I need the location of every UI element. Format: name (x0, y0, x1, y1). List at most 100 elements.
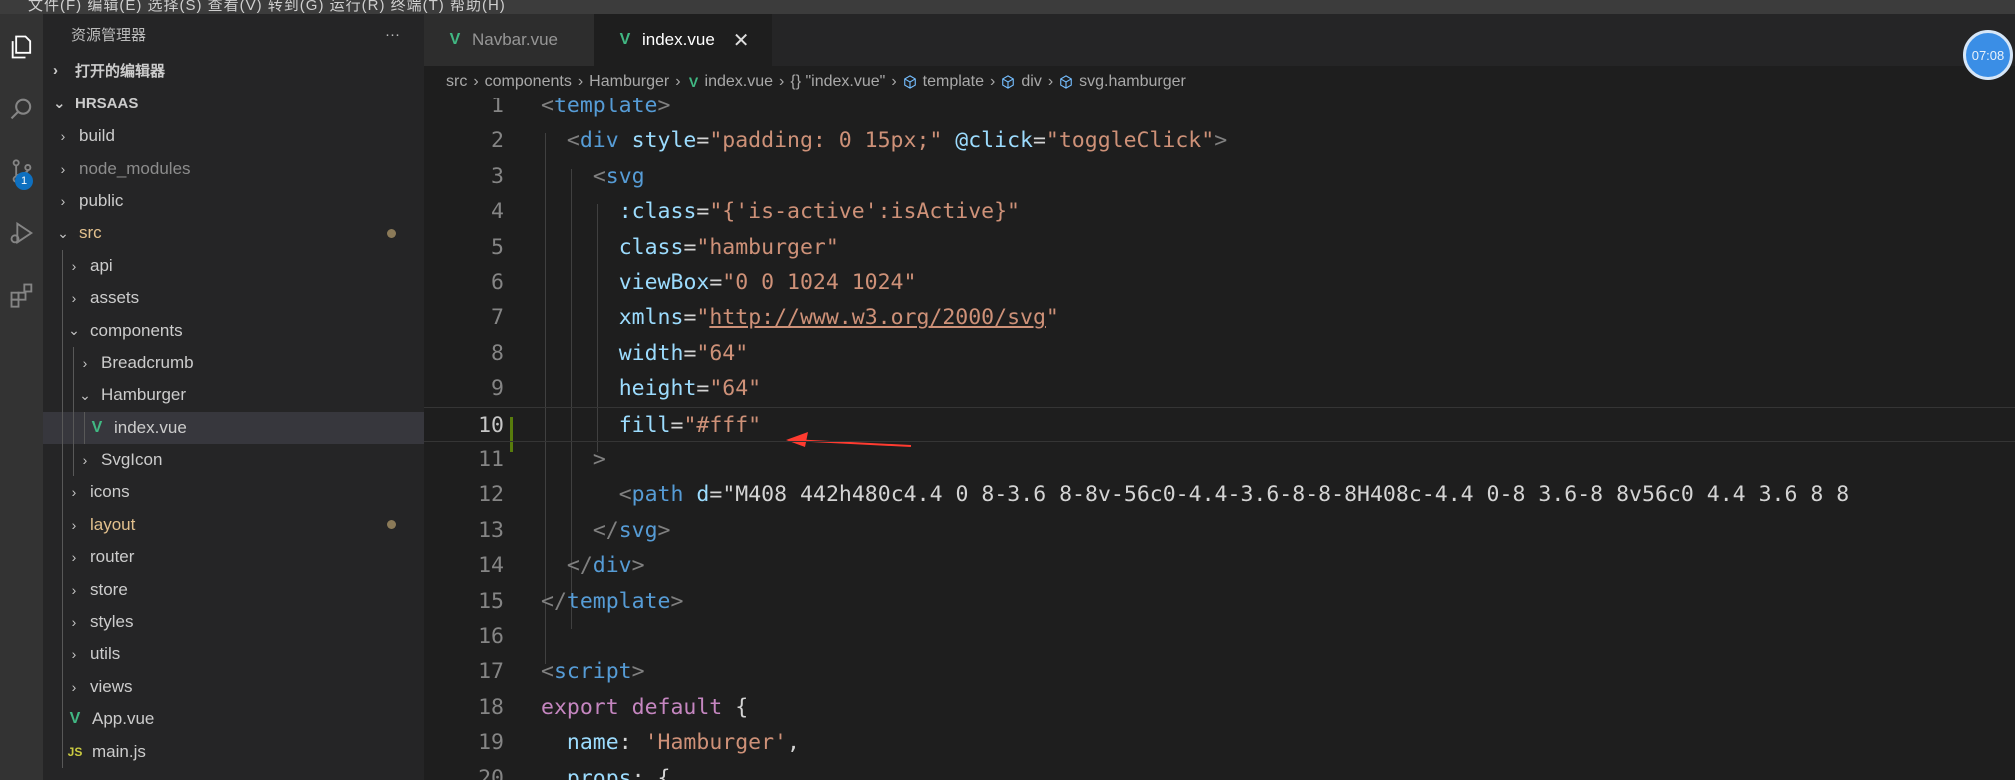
tree-indent-guide (62, 541, 63, 574)
extensions-icon[interactable] (0, 272, 43, 318)
code-text: fill="#fff" (618, 412, 762, 438)
search-icon[interactable] (0, 86, 43, 132)
vue-file-icon: V (619, 31, 631, 48)
breadcrumb-item[interactable]: src (446, 73, 467, 91)
workspace-root[interactable]: ⌄ HRSAAS (43, 86, 424, 120)
tree-folder[interactable]: › styles (43, 605, 424, 639)
explorer-icon[interactable] (0, 24, 43, 70)
tree-folder[interactable]: › store (43, 573, 424, 606)
chevron-right-icon: › (60, 192, 66, 209)
close-icon[interactable]: ✕ (733, 28, 750, 53)
tree-folder[interactable]: › SvgIcon (43, 443, 424, 477)
explorer-header: 资源管理器 ··· (43, 14, 424, 54)
open-editors-section[interactable]: › 打开的编辑器 (43, 54, 424, 86)
tree-item-label: src (79, 223, 102, 243)
code-line[interactable]: 18 export default { (424, 690, 2015, 725)
element-cube-icon (1002, 75, 1015, 89)
tree-folder[interactable]: › layout (43, 508, 424, 542)
code-line[interactable]: 12 <path d="M408 442h480c4.4 0 8-3.6 8-8… (424, 477, 2015, 512)
chevron-right-icon: › (577, 73, 584, 90)
chevron-down-icon: ⌄ (57, 224, 69, 241)
chevron-right-icon: › (675, 73, 681, 90)
tree-folder[interactable]: › build (43, 120, 424, 152)
tree-item-label: build (79, 126, 115, 146)
code-line[interactable]: 19 name: 'Hamburger', (424, 725, 2015, 760)
menu-bar[interactable]: 文件(F) 编辑(E) 选择(S) 查看(V) 转到(G) 运行(R) 终端(T… (28, 0, 506, 14)
chevron-right-icon: › (71, 484, 77, 501)
line-number: 13 (478, 517, 504, 543)
scm-badge: 1 (15, 172, 33, 190)
workspace-root-label: HRSAAS (75, 94, 139, 112)
code-text: width="64" (618, 340, 749, 366)
tree-folder[interactable]: ⌄ Hamburger (43, 379, 424, 412)
tree-folder[interactable]: › icons (43, 476, 424, 509)
tab-index-vue[interactable]: V index.vue ✕ (594, 14, 772, 66)
tree-folder[interactable]: › router (43, 541, 424, 574)
chevron-right-icon: › (71, 290, 77, 307)
file-tree: › build › node_modules › public ⌄ src › api › asset… (43, 120, 424, 768)
chevron-right-icon: › (779, 73, 785, 90)
code-line[interactable]: 5 class="hamburger" (424, 230, 2015, 265)
tree-folder[interactable]: › Breadcrumb (43, 346, 424, 380)
breadcrumb-item[interactable]: template (923, 73, 984, 91)
tree-folder[interactable]: › node_modules (43, 152, 424, 184)
breadcrumb-item[interactable]: index.vue (705, 73, 774, 91)
tree-item-label: SvgIcon (101, 450, 163, 470)
breadcrumb-item[interactable]: {} "index.vue" (790, 73, 885, 91)
source-control-icon[interactable]: 1 (0, 148, 43, 194)
tree-folder[interactable]: › utils (43, 638, 424, 671)
chevron-right-icon: › (71, 581, 77, 598)
modified-dot (387, 520, 396, 530)
tree-file[interactable]: Vindex.vue (43, 411, 424, 444)
breadcrumb-item[interactable]: div (1021, 73, 1041, 91)
open-editors-label: 打开的编辑器 (75, 62, 166, 80)
tree-item-label: utils (90, 644, 121, 664)
code-line[interactable]: 20 props: { (424, 761, 2015, 780)
tab-navbar-vue[interactable]: V Navbar.vue (424, 14, 594, 66)
code-line[interactable]: 2 <div style="padding: 0 15px;" @click="… (424, 123, 2015, 158)
code-line[interactable]: 13 </svg> (424, 513, 2015, 548)
code-line[interactable]: 10 fill="#fff" (424, 406, 2015, 442)
chevron-right-icon: › (71, 257, 77, 274)
run-debug-icon[interactable] (0, 210, 43, 256)
code-line[interactable]: 9 height="64" (424, 371, 2015, 406)
tree-indent-guide (84, 411, 85, 444)
tree-folder[interactable]: › views (43, 670, 424, 704)
tree-file[interactable]: V App.vue (43, 703, 424, 736)
tree-indent-guide (62, 346, 63, 380)
tree-folder[interactable]: ⌄ components (43, 314, 424, 347)
tree-folder[interactable]: ⌄ src (43, 217, 424, 249)
tree-folder[interactable]: › api (43, 249, 424, 282)
tree-indent-guide (62, 638, 63, 671)
code-line[interactable]: 15 </template> (424, 584, 2015, 619)
code-text: <svg (592, 163, 645, 189)
code-line[interactable]: 8 width="64" (424, 336, 2015, 371)
code-text: <script> (541, 659, 645, 685)
vue-file-icon: V (688, 74, 699, 90)
vue-file-icon: V (69, 710, 81, 728)
breadcrumb-item[interactable]: components (485, 73, 572, 91)
vue-file-icon: V (449, 31, 461, 48)
code-text: :class="{'is-active':isActive}" (618, 199, 1021, 225)
code-line[interactable]: 7 xmlns="http://www.w3.org/2000/svg" (424, 300, 2015, 335)
tree-folder[interactable]: › assets (43, 281, 424, 315)
tree-folder[interactable]: › public (43, 185, 424, 217)
tree-file[interactable]: JS main.js (43, 735, 424, 768)
breadcrumb-item[interactable]: Hamburger (589, 73, 669, 91)
tree-indent-guide (62, 508, 63, 542)
code-line[interactable]: 1 <template> (424, 98, 2015, 123)
code-text: </div> (566, 553, 645, 579)
breadcrumb-item[interactable]: svg.hamburger (1079, 73, 1186, 91)
code-line[interactable]: 11 > (424, 442, 2015, 477)
code-line[interactable]: 4 :class="{'is-active':isActive}" (424, 194, 2015, 229)
code-line[interactable]: 14 </div> (424, 548, 2015, 583)
chevron-right-icon: › (60, 160, 66, 177)
code-line[interactable]: 17 <script> (424, 654, 2015, 689)
more-actions-button[interactable]: ··· (385, 26, 400, 43)
code-line[interactable]: 6 viewBox="0 0 1024 1024" (424, 265, 2015, 300)
code-text: > (592, 447, 606, 472)
code-line[interactable]: 16 (424, 619, 2015, 654)
tree-item-label: assets (90, 288, 140, 308)
code-line[interactable]: 3 <svg (424, 159, 2015, 194)
code-editor[interactable]: 1 <template> 2 <div style="padding: 0 15px… (424, 98, 2015, 780)
